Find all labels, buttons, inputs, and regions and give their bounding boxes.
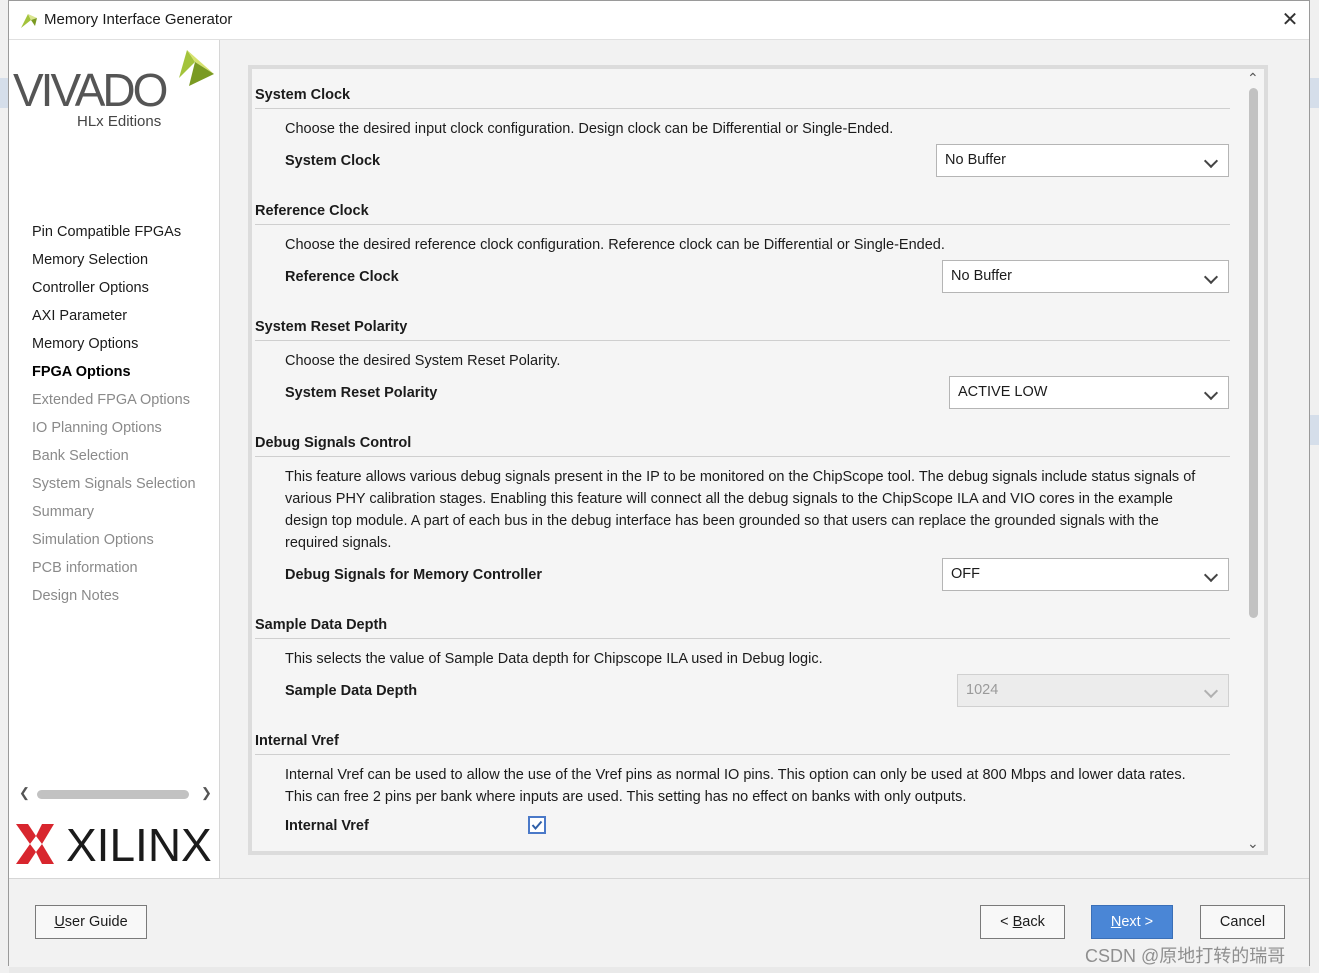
close-button[interactable]: ✕ (1277, 7, 1303, 33)
divider (255, 224, 1230, 225)
reference-clock-label: Reference Clock (285, 269, 399, 285)
title-bar: Memory Interface Generator ✕ (9, 1, 1309, 40)
divider (255, 754, 1230, 755)
vivado-app-icon (21, 14, 37, 28)
sample-depth-select: 1024 (957, 674, 1229, 707)
nav-item-system-signals-selection: System Signals Selection (32, 476, 196, 492)
svg-text:XILINX: XILINX (66, 819, 212, 868)
debug-description-line: various PHY calibration stages. Enabling… (285, 491, 1173, 507)
left-pane: VIVADO HLx Editions Pin Compatible FPGAs… (9, 40, 220, 878)
nav-item-design-notes: Design Notes (32, 588, 120, 604)
internal-vref-label: Internal Vref (285, 818, 369, 834)
background-app-right (1310, 0, 1319, 973)
nav-item-bank-selection: Bank Selection (32, 448, 129, 464)
debug-description-line: required signals. (285, 535, 392, 551)
back-button[interactable]: < Back (980, 905, 1065, 939)
section-title-reference-clock: Reference Clock (255, 203, 369, 219)
debug-signals-select[interactable]: OFF (942, 558, 1229, 591)
chevron-down-icon (1203, 153, 1219, 169)
sample-depth-description: This selects the value of Sample Data de… (285, 651, 823, 667)
options-panel (248, 65, 1268, 855)
nav-item-io-planning-options: IO Planning Options (32, 420, 162, 436)
reset-polarity-value: ACTIVE LOW (958, 384, 1048, 400)
internal-vref-description-line: Internal Vref can be used to allow the u… (285, 767, 1186, 783)
section-title-system-clock: System Clock (255, 87, 351, 103)
cancel-button[interactable]: Cancel (1200, 905, 1285, 939)
reset-polarity-description: Choose the desired System Reset Polarity… (285, 353, 561, 369)
internal-vref-checkbox[interactable] (528, 816, 546, 834)
reset-polarity-label: System Reset Polarity (285, 385, 438, 401)
chevron-down-icon (1203, 269, 1219, 285)
svg-text:VIVADO: VIVADO (13, 64, 167, 116)
divider (255, 638, 1230, 639)
debug-description-line: This feature allows various debug signal… (285, 469, 1196, 485)
options-vertical-scrollbar[interactable]: ⌃ ⌄ (1245, 70, 1263, 855)
debug-signals-value: OFF (951, 566, 980, 582)
scroll-left-icon[interactable]: ❮ (19, 785, 30, 801)
scroll-thumb[interactable] (37, 790, 189, 799)
svg-text:HLx Editions: HLx Editions (77, 113, 161, 128)
vivado-logo: VIVADO HLx Editions (13, 50, 214, 128)
internal-vref-description: Internal Vref can be used to allow the u… (285, 764, 1215, 808)
divider (255, 340, 1230, 341)
reference-clock-value: No Buffer (951, 268, 1012, 284)
debug-description-line: design top module. A part of each bus in… (285, 513, 1159, 529)
chevron-down-icon (1203, 567, 1219, 583)
system-clock-select[interactable]: No Buffer (936, 144, 1229, 177)
system-clock-description: Choose the desired input clock configura… (285, 121, 894, 137)
scroll-up-icon[interactable]: ⌃ (1247, 70, 1259, 87)
internal-vref-description-line: This can free 2 pins per bank where inpu… (285, 789, 967, 805)
reset-polarity-select[interactable]: ACTIVE LOW (949, 376, 1229, 409)
xilinx-logo: XILINX (16, 819, 212, 868)
section-title-debug: Debug Signals Control (255, 435, 412, 451)
chevron-down-icon (1203, 683, 1219, 699)
user-guide-button[interactable]: User Guide (35, 905, 147, 939)
left-horizontal-scrollbar[interactable]: ❮ ❯ (17, 785, 212, 805)
window-title: Memory Interface Generator (44, 11, 233, 28)
nav-item-controller-options[interactable]: Controller Options (32, 280, 149, 296)
reference-clock-select[interactable]: No Buffer (942, 260, 1229, 293)
sample-depth-value: 1024 (966, 682, 999, 698)
next-button[interactable]: Next > (1091, 905, 1173, 939)
section-title-reset-polarity: System Reset Polarity (255, 319, 408, 335)
watermark: CSDN @原地打转的瑞哥 (1085, 946, 1286, 966)
nav-item-fpga-options[interactable]: FPGA Options (32, 364, 131, 380)
nav-item-pin-compatible-fpgas[interactable]: Pin Compatible FPGAs (32, 224, 181, 240)
debug-description: This feature allows various debug signal… (285, 466, 1215, 554)
nav-item-pcb-information: PCB information (32, 560, 138, 576)
nav-item-extended-fpga-options: Extended FPGA Options (32, 392, 190, 408)
chevron-down-icon (1203, 385, 1219, 401)
section-title-internal-vref: Internal Vref (255, 733, 339, 749)
divider (255, 456, 1230, 457)
nav-item-axi-parameter[interactable]: AXI Parameter (32, 308, 127, 324)
scroll-right-icon[interactable]: ❯ (201, 785, 212, 801)
scroll-thumb-vertical[interactable] (1249, 88, 1258, 618)
close-icon: ✕ (1281, 9, 1299, 31)
nav-item-summary: Summary (32, 504, 95, 520)
system-clock-label: System Clock (285, 153, 381, 169)
scroll-down-icon[interactable]: ⌄ (1247, 835, 1259, 852)
nav-item-memory-options[interactable]: Memory Options (32, 336, 138, 352)
system-clock-value: No Buffer (945, 152, 1006, 168)
section-title-sample-depth: Sample Data Depth (255, 617, 388, 633)
debug-signals-label: Debug Signals for Memory Controller (285, 567, 542, 583)
nav-item-simulation-options: Simulation Options (32, 532, 154, 548)
divider (255, 108, 1230, 109)
reference-clock-description: Choose the desired reference clock confi… (285, 237, 945, 253)
checkmark-icon (531, 820, 543, 831)
sample-depth-label: Sample Data Depth (285, 683, 418, 699)
nav-item-memory-selection[interactable]: Memory Selection (32, 252, 148, 268)
